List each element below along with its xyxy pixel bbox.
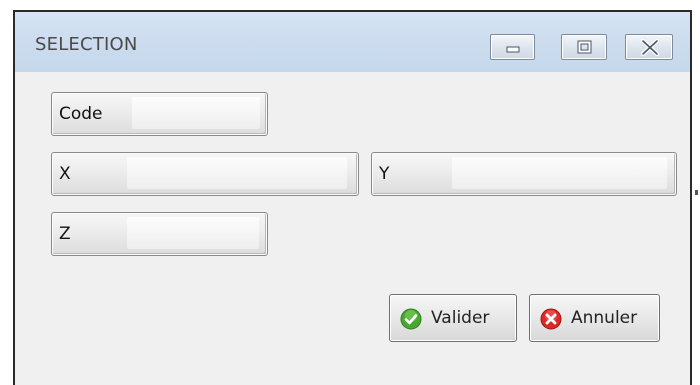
y-label: Y xyxy=(379,164,390,184)
z-field[interactable]: Z xyxy=(51,212,268,256)
minimize-button[interactable] xyxy=(490,34,535,60)
x-input[interactable] xyxy=(127,157,347,189)
window-edge-mark xyxy=(695,190,698,195)
title-bar[interactable]: SELECTION xyxy=(15,12,690,72)
x-field[interactable]: X xyxy=(51,152,359,196)
code-label: Code xyxy=(59,104,103,124)
window-title: SELECTION xyxy=(35,34,138,55)
y-input[interactable] xyxy=(452,157,667,189)
maximize-button[interactable] xyxy=(561,34,607,60)
close-button[interactable] xyxy=(625,34,673,60)
code-input[interactable] xyxy=(132,97,260,129)
check-icon xyxy=(400,308,422,330)
y-field[interactable]: Y xyxy=(371,152,677,196)
selection-window: SELECTION Code X Y Z Valider Annuler xyxy=(13,10,692,385)
validate-button[interactable]: Valider xyxy=(389,294,517,342)
z-label: Z xyxy=(59,224,71,244)
x-label: X xyxy=(59,164,71,184)
validate-label: Valider xyxy=(431,308,490,328)
cancel-label: Annuler xyxy=(571,308,638,328)
code-field[interactable]: Code xyxy=(51,92,268,136)
maximize-icon xyxy=(577,40,592,54)
close-icon xyxy=(540,308,562,330)
close-icon xyxy=(641,39,659,56)
z-input[interactable] xyxy=(127,217,259,249)
cancel-button[interactable]: Annuler xyxy=(529,294,660,342)
minimize-icon xyxy=(506,46,520,53)
